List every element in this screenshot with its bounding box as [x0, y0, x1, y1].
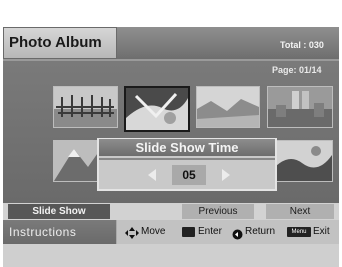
right-arrow-icon[interactable]	[222, 169, 230, 181]
dialog-divider	[99, 158, 275, 160]
instructions-label: Instructions	[9, 225, 77, 239]
slide-time-value: 05	[182, 168, 196, 182]
dialog-title: Slide Show Time	[135, 140, 239, 155]
thumbnail-4[interactable]	[267, 86, 333, 128]
slide-show-button[interactable]: Slide Show	[8, 204, 110, 219]
next-button[interactable]: Next	[266, 204, 334, 219]
enter-key-icon	[182, 227, 195, 237]
updown-leftright-arrows-icon	[124, 226, 140, 239]
exit-hint: Exit	[313, 226, 330, 237]
page-title: Photo Album	[9, 34, 102, 51]
menu-key-icon: Menu	[287, 227, 311, 237]
thumbnail-1[interactable]	[53, 86, 118, 128]
thumbnail-3[interactable]	[196, 86, 260, 128]
return-circle-icon	[232, 227, 243, 240]
return-hint: Return	[245, 226, 276, 237]
bottom-strip	[3, 244, 339, 267]
previous-button[interactable]: Previous	[182, 204, 254, 219]
enter-hint: Enter	[198, 226, 222, 237]
page-indicator: Page: 01/14	[272, 65, 322, 75]
thumbnail-2-selected[interactable]	[124, 86, 190, 132]
left-arrow-icon[interactable]	[148, 169, 156, 181]
move-hint: Move	[141, 226, 166, 237]
total-count: Total : 030	[280, 40, 324, 50]
